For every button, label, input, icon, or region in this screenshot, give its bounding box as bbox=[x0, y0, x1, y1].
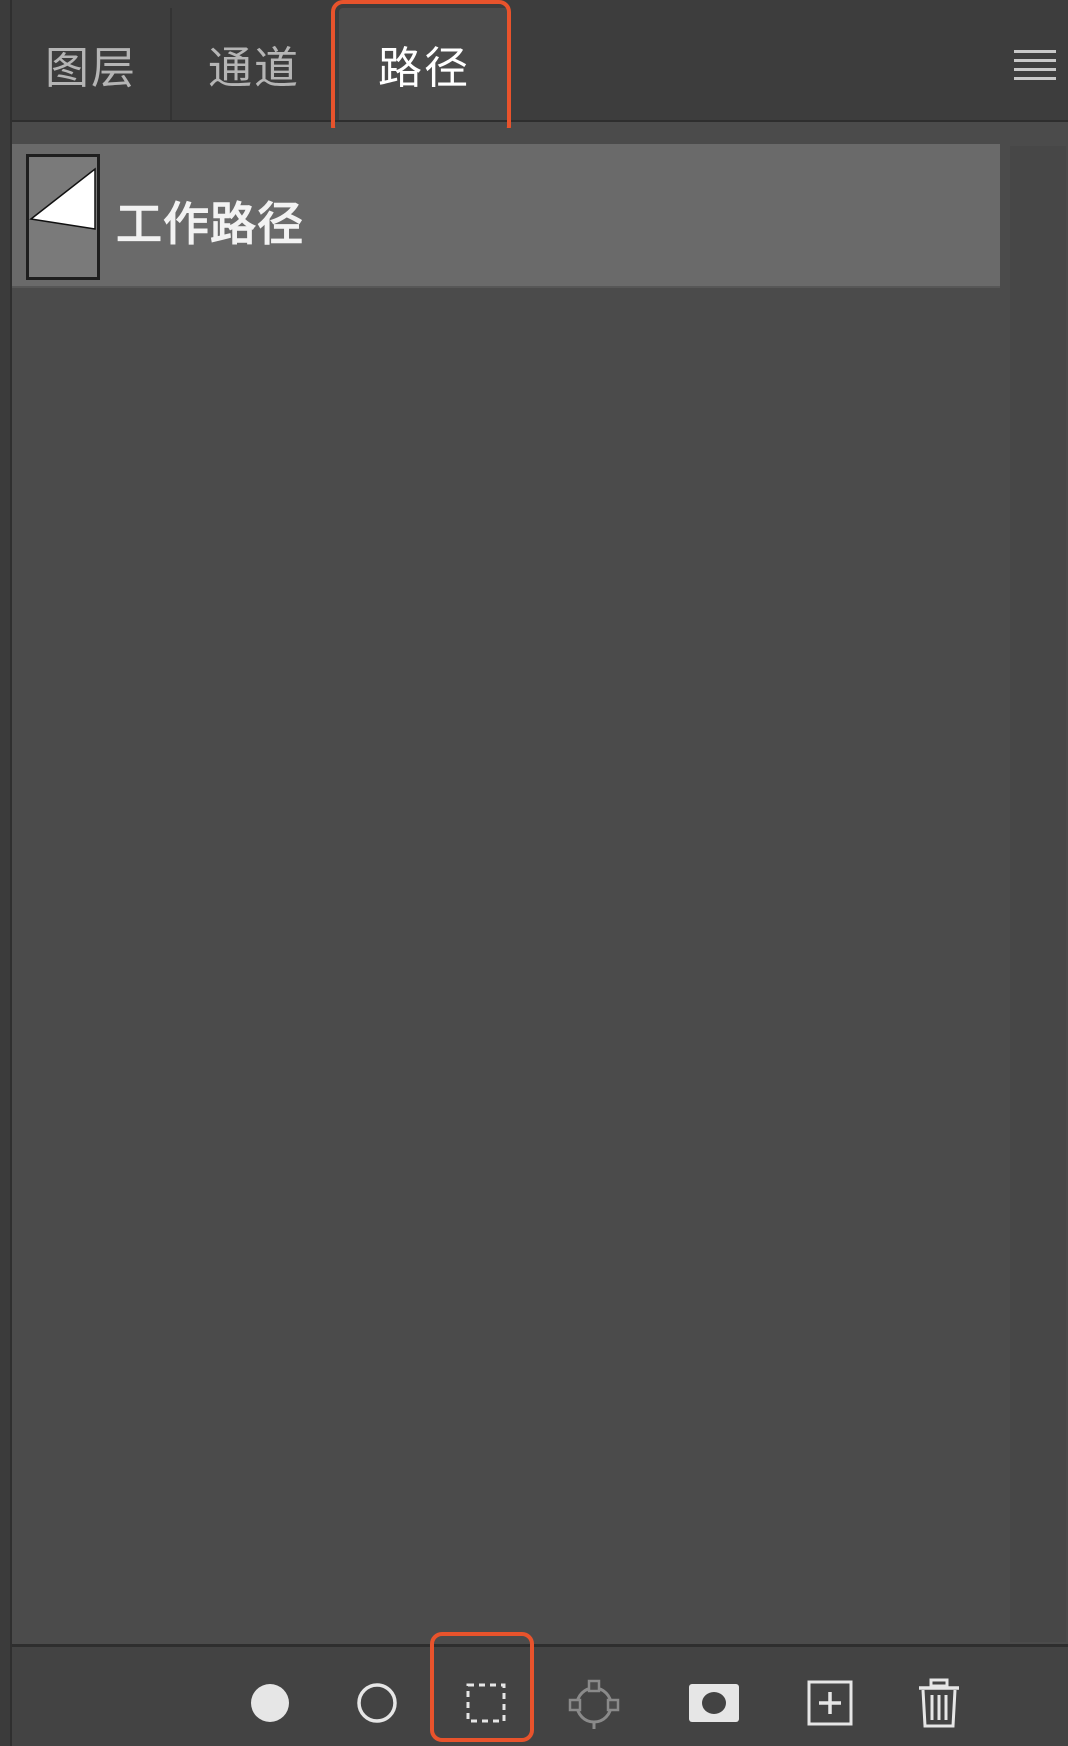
fill-path-button[interactable] bbox=[242, 1675, 298, 1731]
make-work-path-icon bbox=[568, 1679, 620, 1729]
new-path-button[interactable] bbox=[802, 1675, 858, 1731]
delete-path-icon bbox=[919, 1678, 959, 1728]
tab-paths[interactable]: 路径 bbox=[339, 8, 509, 120]
new-path-icon bbox=[807, 1680, 853, 1726]
path-thumbnail bbox=[26, 154, 100, 280]
path-row-work-path[interactable]: 工作路径 bbox=[12, 144, 1000, 288]
make-work-path-button[interactable] bbox=[566, 1675, 622, 1731]
load-selection-button[interactable] bbox=[458, 1675, 514, 1731]
delete-path-button[interactable] bbox=[911, 1675, 967, 1731]
tab-channels[interactable]: 通道 bbox=[175, 8, 335, 120]
scrollbar-track[interactable] bbox=[1010, 146, 1066, 1642]
load-path-as-selection-icon bbox=[466, 1683, 506, 1723]
paths-bottom-toolbar bbox=[12, 1644, 1068, 1746]
paths-list: 工作路径 bbox=[12, 128, 1066, 1642]
stroke-path-icon bbox=[357, 1683, 397, 1723]
paths-panel: 图层 通道 路径 工作路径 bbox=[0, 0, 1068, 1746]
path-name-label: 工作路径 bbox=[116, 197, 304, 251]
stroke-path-button[interactable] bbox=[349, 1675, 405, 1731]
panel-tab-bar: 图层 通道 路径 bbox=[12, 0, 1068, 122]
tab-layers[interactable]: 图层 bbox=[12, 8, 172, 120]
triangle-shape-icon bbox=[29, 167, 96, 230]
panel-menu-icon[interactable] bbox=[1014, 50, 1056, 82]
add-mask-button[interactable] bbox=[686, 1675, 742, 1731]
panel-left-edge bbox=[0, 0, 12, 1746]
fill-path-icon bbox=[251, 1684, 289, 1722]
add-mask-icon bbox=[689, 1684, 739, 1722]
